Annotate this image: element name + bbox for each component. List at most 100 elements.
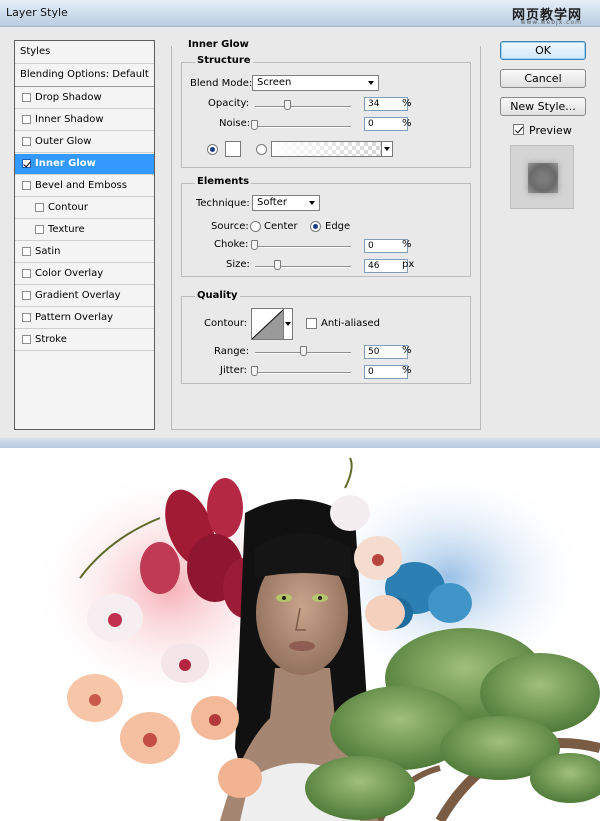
layer-style-dialog: Layer Style 网页教学网 www.webjx.com Styles B… [0, 0, 600, 448]
watermark-url: www.webjx.com [520, 19, 582, 26]
gradient-overlay-checkbox[interactable] [22, 291, 31, 300]
ok-button[interactable]: OK [500, 41, 586, 60]
inner-glow-title: Inner Glow [186, 39, 251, 50]
technique-value: Softer [257, 197, 287, 208]
drop-shadow-checkbox[interactable] [22, 93, 31, 102]
anti-aliased-label: Anti-aliased [321, 318, 381, 329]
checkmark-icon [514, 124, 524, 134]
technique-select[interactable]: Softer [252, 195, 320, 211]
window-title: Layer Style [6, 6, 68, 19]
solid-color-radio[interactable] [207, 144, 218, 155]
opacity-unit: % [402, 98, 412, 109]
style-item-color-overlay[interactable]: Color Overlay [15, 264, 154, 285]
chevron-down-icon [309, 201, 315, 205]
choke-unit: % [402, 239, 412, 250]
size-slider-track[interactable] [255, 266, 351, 268]
satin-checkbox[interactable] [22, 247, 31, 256]
opacity-slider-track[interactable] [255, 106, 351, 108]
style-item-inner-glow[interactable]: Inner Glow [15, 154, 154, 175]
structure-title: Structure [195, 55, 253, 66]
blend-mode-select[interactable]: Screen [252, 75, 379, 91]
chevron-down-icon [384, 147, 390, 151]
range-unit: % [402, 345, 412, 356]
inner-shadow-label: Inner Shadow [35, 114, 104, 125]
title-bar: Layer Style 网页教学网 www.webjx.com [0, 0, 600, 27]
style-item-inner-shadow[interactable]: Inner Shadow [15, 110, 154, 131]
jitter-slider-track[interactable] [255, 372, 351, 374]
gradient-radio[interactable] [256, 144, 267, 155]
source-edge-radio[interactable] [310, 221, 321, 232]
technique-label: Technique: [196, 198, 250, 209]
styles-header-label: Styles [20, 46, 51, 57]
noise-slider-track[interactable] [255, 126, 351, 128]
contour-label: Contour: [204, 318, 248, 329]
size-slider-handle[interactable] [274, 260, 281, 270]
anti-aliased-checkbox[interactable] [306, 318, 317, 329]
style-item-drop-shadow[interactable]: Drop Shadow [15, 88, 154, 109]
choke-slider-track[interactable] [255, 246, 351, 248]
style-item-bevel-emboss[interactable]: Bevel and Emboss [15, 176, 154, 197]
lips [289, 641, 315, 651]
stroke-checkbox[interactable] [22, 335, 31, 344]
blend-mode-value: Screen [257, 77, 292, 88]
elements-title: Elements [195, 176, 252, 187]
noise-slider-handle[interactable] [251, 120, 258, 130]
bevel-emboss-label: Bevel and Emboss [35, 180, 127, 191]
color-overlay-checkbox[interactable] [22, 269, 31, 278]
preview-checkbox[interactable] [513, 124, 524, 135]
size-label: Size: [226, 259, 250, 270]
styles-header[interactable]: Styles [15, 41, 154, 64]
preview-label: Preview [529, 124, 572, 137]
opacity-slider-handle[interactable] [284, 100, 291, 110]
pattern-overlay-label: Pattern Overlay [35, 312, 114, 323]
window-bottom-edge [0, 438, 600, 448]
inner-glow-checkbox[interactable] [22, 159, 31, 168]
jitter-slider-handle[interactable] [251, 366, 258, 376]
contour-checkbox[interactable] [35, 203, 44, 212]
glow-color-swatch[interactable] [225, 141, 241, 157]
source-center-radio[interactable] [250, 221, 261, 232]
cancel-button[interactable]: Cancel [500, 69, 586, 88]
gradient-dropdown-button[interactable] [381, 142, 392, 156]
style-item-stroke[interactable]: Stroke [15, 330, 154, 351]
jitter-unit: % [402, 365, 412, 376]
bevel-emboss-checkbox[interactable] [22, 181, 31, 190]
jitter-label: Jitter: [220, 365, 248, 376]
artwork-image [0, 448, 600, 821]
style-item-gradient-overlay[interactable]: Gradient Overlay [15, 286, 154, 307]
style-item-outer-glow[interactable]: Outer Glow [15, 132, 154, 153]
satin-label: Satin [35, 246, 61, 257]
opacity-label: Opacity: [208, 98, 250, 109]
choke-slider-handle[interactable] [251, 240, 258, 250]
size-unit: px [402, 259, 415, 270]
texture-checkbox[interactable] [35, 225, 44, 234]
blending-options-item[interactable]: Blending Options: Default [15, 64, 154, 87]
gradient-picker[interactable] [271, 141, 393, 157]
pattern-overlay-checkbox[interactable] [22, 313, 31, 322]
noise-label: Noise: [219, 118, 251, 129]
styles-list: Styles Blending Options: Default Drop Sh… [14, 40, 155, 430]
range-slider-handle[interactable] [300, 346, 307, 356]
outer-glow-label: Outer Glow [35, 136, 92, 147]
blend-mode-label: Blend Mode: [190, 78, 253, 89]
color-overlay-label: Color Overlay [35, 268, 104, 279]
contour-picker[interactable] [251, 308, 293, 340]
outer-glow-checkbox[interactable] [22, 137, 31, 146]
style-item-pattern-overlay[interactable]: Pattern Overlay [15, 308, 154, 329]
stroke-label: Stroke [35, 334, 67, 345]
contour-label: Contour [48, 202, 88, 213]
new-style-button[interactable]: New Style... [500, 97, 586, 116]
chevron-down-icon [285, 322, 291, 326]
source-label: Source: [211, 221, 249, 232]
style-item-satin[interactable]: Satin [15, 242, 154, 263]
style-item-texture[interactable]: Texture [15, 220, 154, 241]
composite-artwork [30, 457, 600, 821]
noise-unit: % [402, 118, 412, 129]
inner-shadow-checkbox[interactable] [22, 115, 31, 124]
style-item-contour[interactable]: Contour [15, 198, 154, 219]
preview-swatch [528, 163, 558, 193]
contour-dropdown-button[interactable] [283, 309, 292, 339]
drop-shadow-label: Drop Shadow [35, 92, 102, 103]
chevron-down-icon [368, 81, 374, 85]
contour-linear-icon [252, 309, 284, 339]
